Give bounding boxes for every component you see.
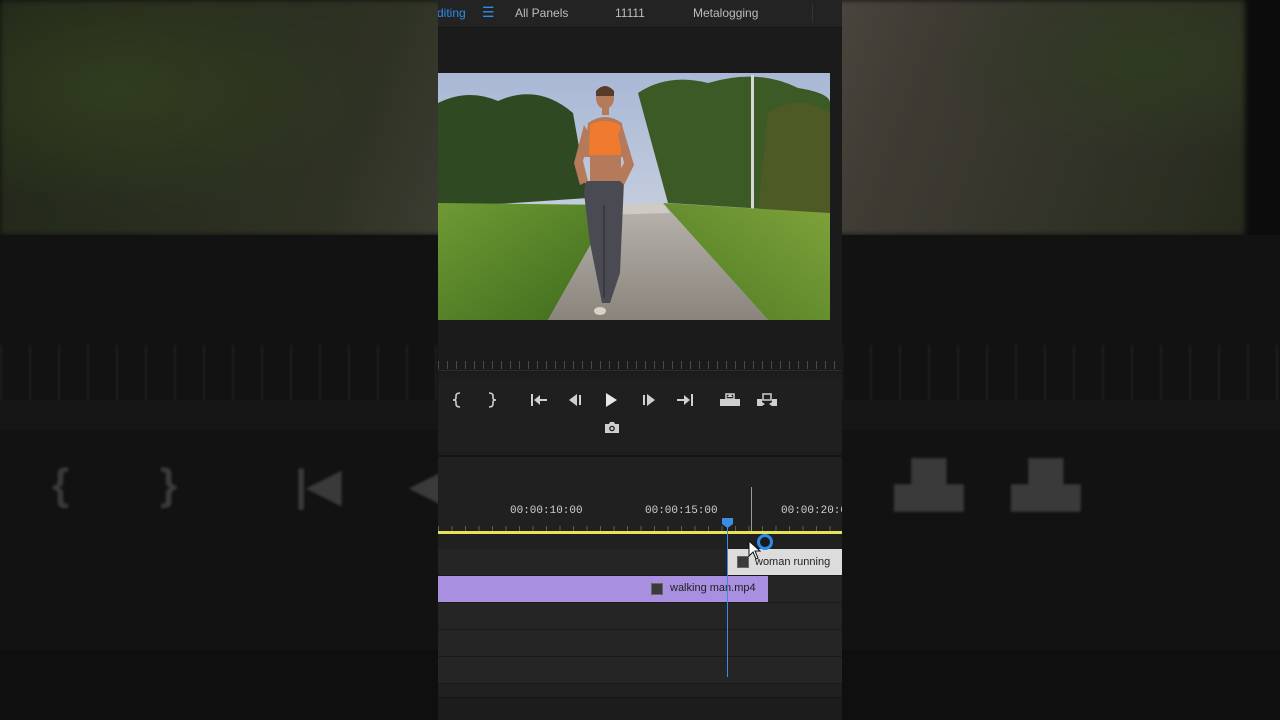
workspace-tab-11111[interactable]: 11111 — [615, 6, 645, 20]
step-forward-icon[interactable] — [638, 389, 660, 411]
timeline-panel: 00:00:10:00 00:00:15:00 00:00:20:00 woma… — [438, 455, 842, 720]
workspace-tab-metalogging[interactable]: Metalogging — [693, 6, 758, 20]
timeline-scrollbar[interactable] — [438, 697, 842, 720]
program-monitor — [438, 29, 842, 374]
timecode-label: 00:00:10:00 — [510, 505, 583, 517]
clip-woman-running[interactable]: woman running — [728, 549, 842, 575]
extract-icon[interactable] — [756, 389, 778, 411]
workspace-menu-icon[interactable]: ☰ — [482, 4, 495, 21]
timeline-time-ruler[interactable] — [438, 521, 842, 531]
clip-walking-man[interactable]: walking man.mp4 — [438, 576, 768, 602]
play-icon[interactable] — [600, 389, 622, 411]
timecode-label: 00:00:20:00 — [781, 505, 842, 517]
monitor-time-ruler[interactable] — [438, 351, 842, 369]
video-frame-woman-running — [438, 73, 830, 320]
workspace-tab-editing[interactable]: diting — [438, 6, 466, 20]
track-a1[interactable] — [438, 603, 842, 630]
lift-icon[interactable] — [719, 389, 741, 411]
transport-controls — [438, 380, 842, 452]
premiere-app-panel: diting ☰ All Panels 11111 Metalogging 00… — [438, 0, 842, 720]
timecode-label: 00:00:15:00 — [645, 505, 718, 517]
go-to-in-icon[interactable] — [528, 389, 550, 411]
mark-in-icon[interactable] — [447, 389, 469, 411]
work-area-bar[interactable] — [438, 531, 842, 534]
step-back-icon[interactable] — [564, 389, 586, 411]
export-frame-icon[interactable] — [601, 416, 623, 438]
mark-out-icon[interactable] — [480, 389, 502, 411]
workspace-tab-all-panels[interactable]: All Panels — [515, 6, 568, 20]
fx-badge-icon — [651, 583, 663, 595]
go-to-out-icon[interactable] — [674, 389, 696, 411]
mouse-pointer-icon — [748, 539, 762, 565]
track-a2[interactable] — [438, 630, 842, 657]
track-a3[interactable] — [438, 657, 842, 684]
workspace-bar: diting ☰ All Panels 11111 Metalogging — [438, 0, 842, 28]
playhead-line[interactable] — [727, 527, 728, 677]
